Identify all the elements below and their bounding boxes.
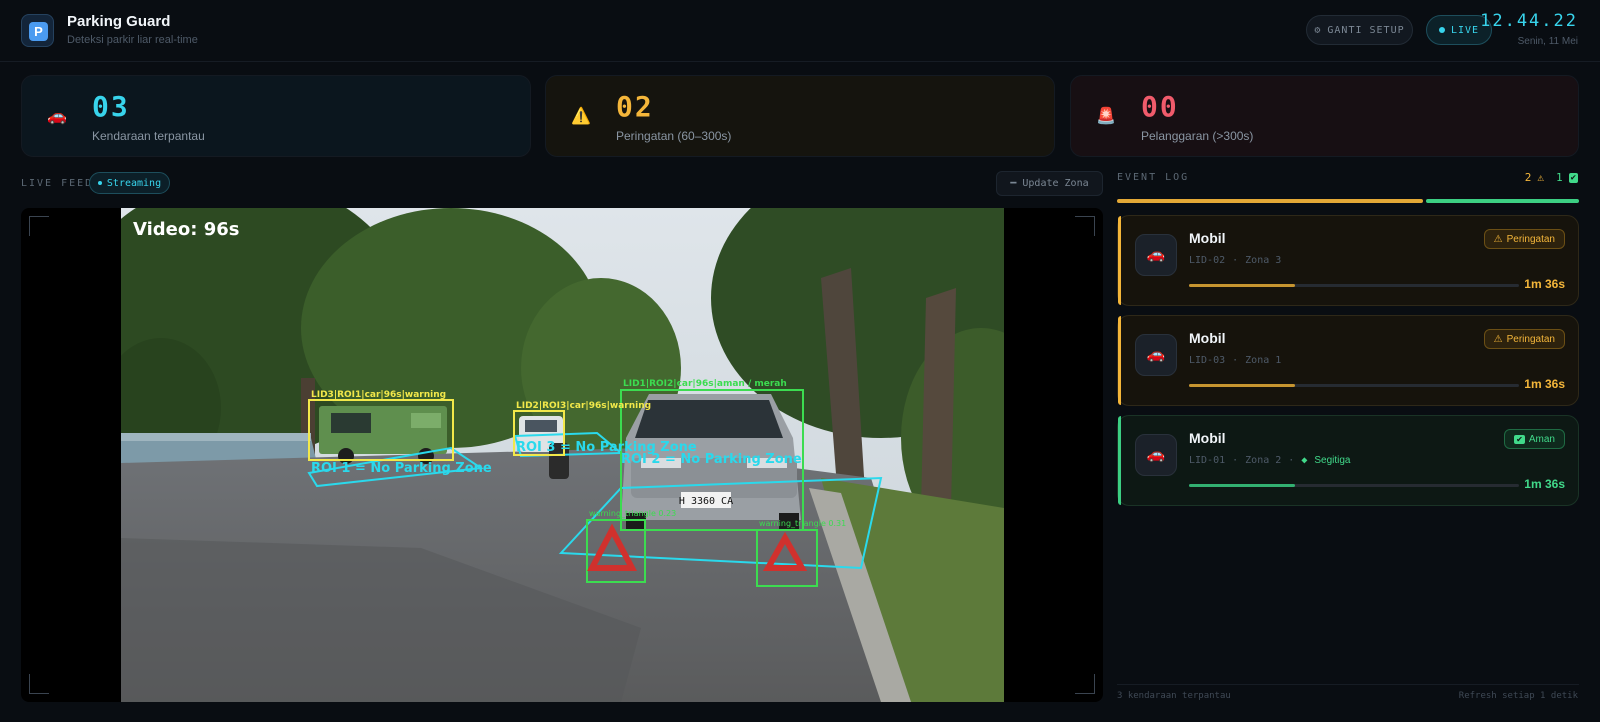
app-title: Parking Guard [67,13,171,30]
warning-icon: ⚠ [1537,171,1544,184]
car-icon: 🚗 [1135,234,1177,276]
status-badge-label: Aman [1528,433,1555,445]
status-badge-label: Peringatan [1506,333,1555,345]
duration-progress [1189,284,1519,287]
event-zone: Zona 2 [1245,455,1282,466]
status-edge [1118,216,1121,305]
frame-corner [1075,216,1095,236]
streaming-badge: Streaming [89,172,170,194]
warning-icon: ⚠ [1493,233,1503,245]
status-badge: ✔ Aman [1504,429,1565,449]
live-dot-icon [1438,27,1445,33]
app-logo: P [21,14,54,47]
stat-card-monitored: 🚗 03 Kendaraan terpantau [21,75,531,157]
event-extra: Segitiga [1314,455,1351,466]
event-title: Mobil [1189,330,1226,346]
app-subtitle: Deteksi parkir liar real-time [67,34,198,46]
car-icon: 🚗 [47,108,67,125]
stat-value: 00 [1141,90,1179,123]
ok-count: 1 [1555,171,1563,184]
ok-ratio-segment [1426,199,1579,203]
event-duration: 1m 36s [1524,477,1565,491]
video-frame[interactable]: H 3360 CA Video: 96s LID3|ROI1|car|96s|w… [21,208,1103,702]
live-label: LIVE [1450,24,1480,36]
date-label: Senin, 11 Mei [1517,36,1578,47]
event-meta: LID-03 · Zona 1 [1189,355,1282,366]
streaming-dot-icon [97,181,102,185]
warning-icon: ⚠️ [571,108,591,125]
frame-corner [29,674,49,694]
check-icon: ✔ [1514,434,1525,444]
gear-icon: ⚙ [1314,24,1322,36]
warning-icon: ⚠ [1493,333,1503,345]
stat-card-warnings: ⚠️ 02 Peringatan (60–300s) [545,75,1055,157]
stat-label: Pelanggaran (>300s) [1141,129,1254,143]
event-zone: Zona 3 [1245,255,1282,266]
frame-corner [1075,674,1095,694]
parking-logo-icon: P [29,22,48,41]
diamond-icon: ◆ [1301,455,1308,466]
change-setup-label: GANTI SETUP [1327,24,1405,36]
warning-ratio-segment [1117,199,1423,203]
change-setup-button[interactable]: ⚙ GANTI SETUP [1306,15,1413,45]
event-duration: 1m 36s [1524,377,1565,391]
event-id: LID-02 [1189,255,1226,266]
status-badge: ⚠ Peringatan [1483,229,1565,249]
event-log-divider [1117,684,1579,685]
event-card[interactable]: 🚗 Mobil LID-02 · Zona 3 ⚠ Peringatan 1m 3… [1117,215,1579,306]
stat-value: 02 [616,90,654,123]
status-badge: ⚠ Peringatan [1483,329,1565,349]
event-log-footer-count: 3 kendaraan terpantau [1117,691,1231,701]
zone-label-2: ROI 2 = No Parking Zone [621,452,802,467]
event-title: Mobil [1189,430,1226,446]
event-log-footer-refresh: Refresh setiap 1 detik [1458,691,1578,701]
event-meta: LID-02 · Zona 3 [1189,255,1282,266]
warning-count: 2 [1524,171,1532,184]
minus-icon: ━ [1010,178,1017,189]
status-badge-label: Peringatan [1506,233,1555,245]
live-feed-heading: LIVE FEED [21,178,94,189]
event-duration: 1m 36s [1524,277,1565,291]
car-icon: 🚗 [1135,434,1177,476]
clock: 12.44.22 [1480,11,1578,31]
camera-view: H 3360 CA Video: 96s LID3|ROI1|car|96s|w… [121,208,1004,702]
license-plate: H 3360 CA [679,496,733,507]
zone-label-1: ROI 1 = No Parking Zone [311,461,492,476]
update-zone-button[interactable]: ━ Update Zona [996,171,1103,196]
detection-label-lid2: LID2|ROI3|car|96s|warning [516,401,651,411]
stat-card-violations: 🚨 00 Pelanggaran (>300s) [1070,75,1579,157]
detection-label-lid1: LID1|ROI2|car|96s|aman / merah [623,379,787,389]
check-icon: ✔ [1568,172,1578,183]
event-card[interactable]: 🚗 Mobil LID-01 · Zona 2 · ◆ Segitiga ✔ Ama… [1117,415,1579,506]
event-zone: Zona 1 [1245,355,1282,366]
duration-progress [1189,484,1519,487]
camera-scene: H 3360 CA Video: 96s LID3|ROI1|car|96s|w… [121,208,1004,702]
event-log-heading: EVENT LOG [1117,172,1190,183]
duration-progress [1189,384,1519,387]
event-id: LID-03 [1189,355,1226,366]
event-id: LID-01 [1189,455,1226,466]
detection-label-lid3: LID3|ROI1|car|96s|warning [311,390,446,400]
triangle-label-2: warning_triangle 0.31 [759,519,846,528]
stat-value: 03 [92,90,130,123]
status-edge [1118,416,1121,505]
siren-icon: 🚨 [1096,108,1116,125]
triangle-label-1: warning_triangle 0.23 [589,509,676,518]
event-counts: 2 ⚠ 1 ✔ [1525,171,1578,184]
streaming-label: Streaming [106,177,162,189]
update-zone-label: Update Zona [1022,178,1089,189]
stat-label: Peringatan (60–300s) [616,129,732,143]
event-title: Mobil [1189,230,1226,246]
status-edge [1118,316,1121,405]
event-meta: LID-01 · Zona 2 · ◆ Segitiga [1189,455,1351,466]
stat-label: Kendaraan terpantau [92,129,205,143]
car-icon: 🚗 [1135,334,1177,376]
status-ratio-bar [1117,199,1579,203]
video-time-label: Video: 96s [133,219,239,240]
top-bar: P Parking Guard Deteksi parkir liar real… [0,0,1600,62]
event-card[interactable]: 🚗 Mobil LID-03 · Zona 1 ⚠ Peringatan 1m 3… [1117,315,1579,406]
frame-corner [29,216,49,236]
